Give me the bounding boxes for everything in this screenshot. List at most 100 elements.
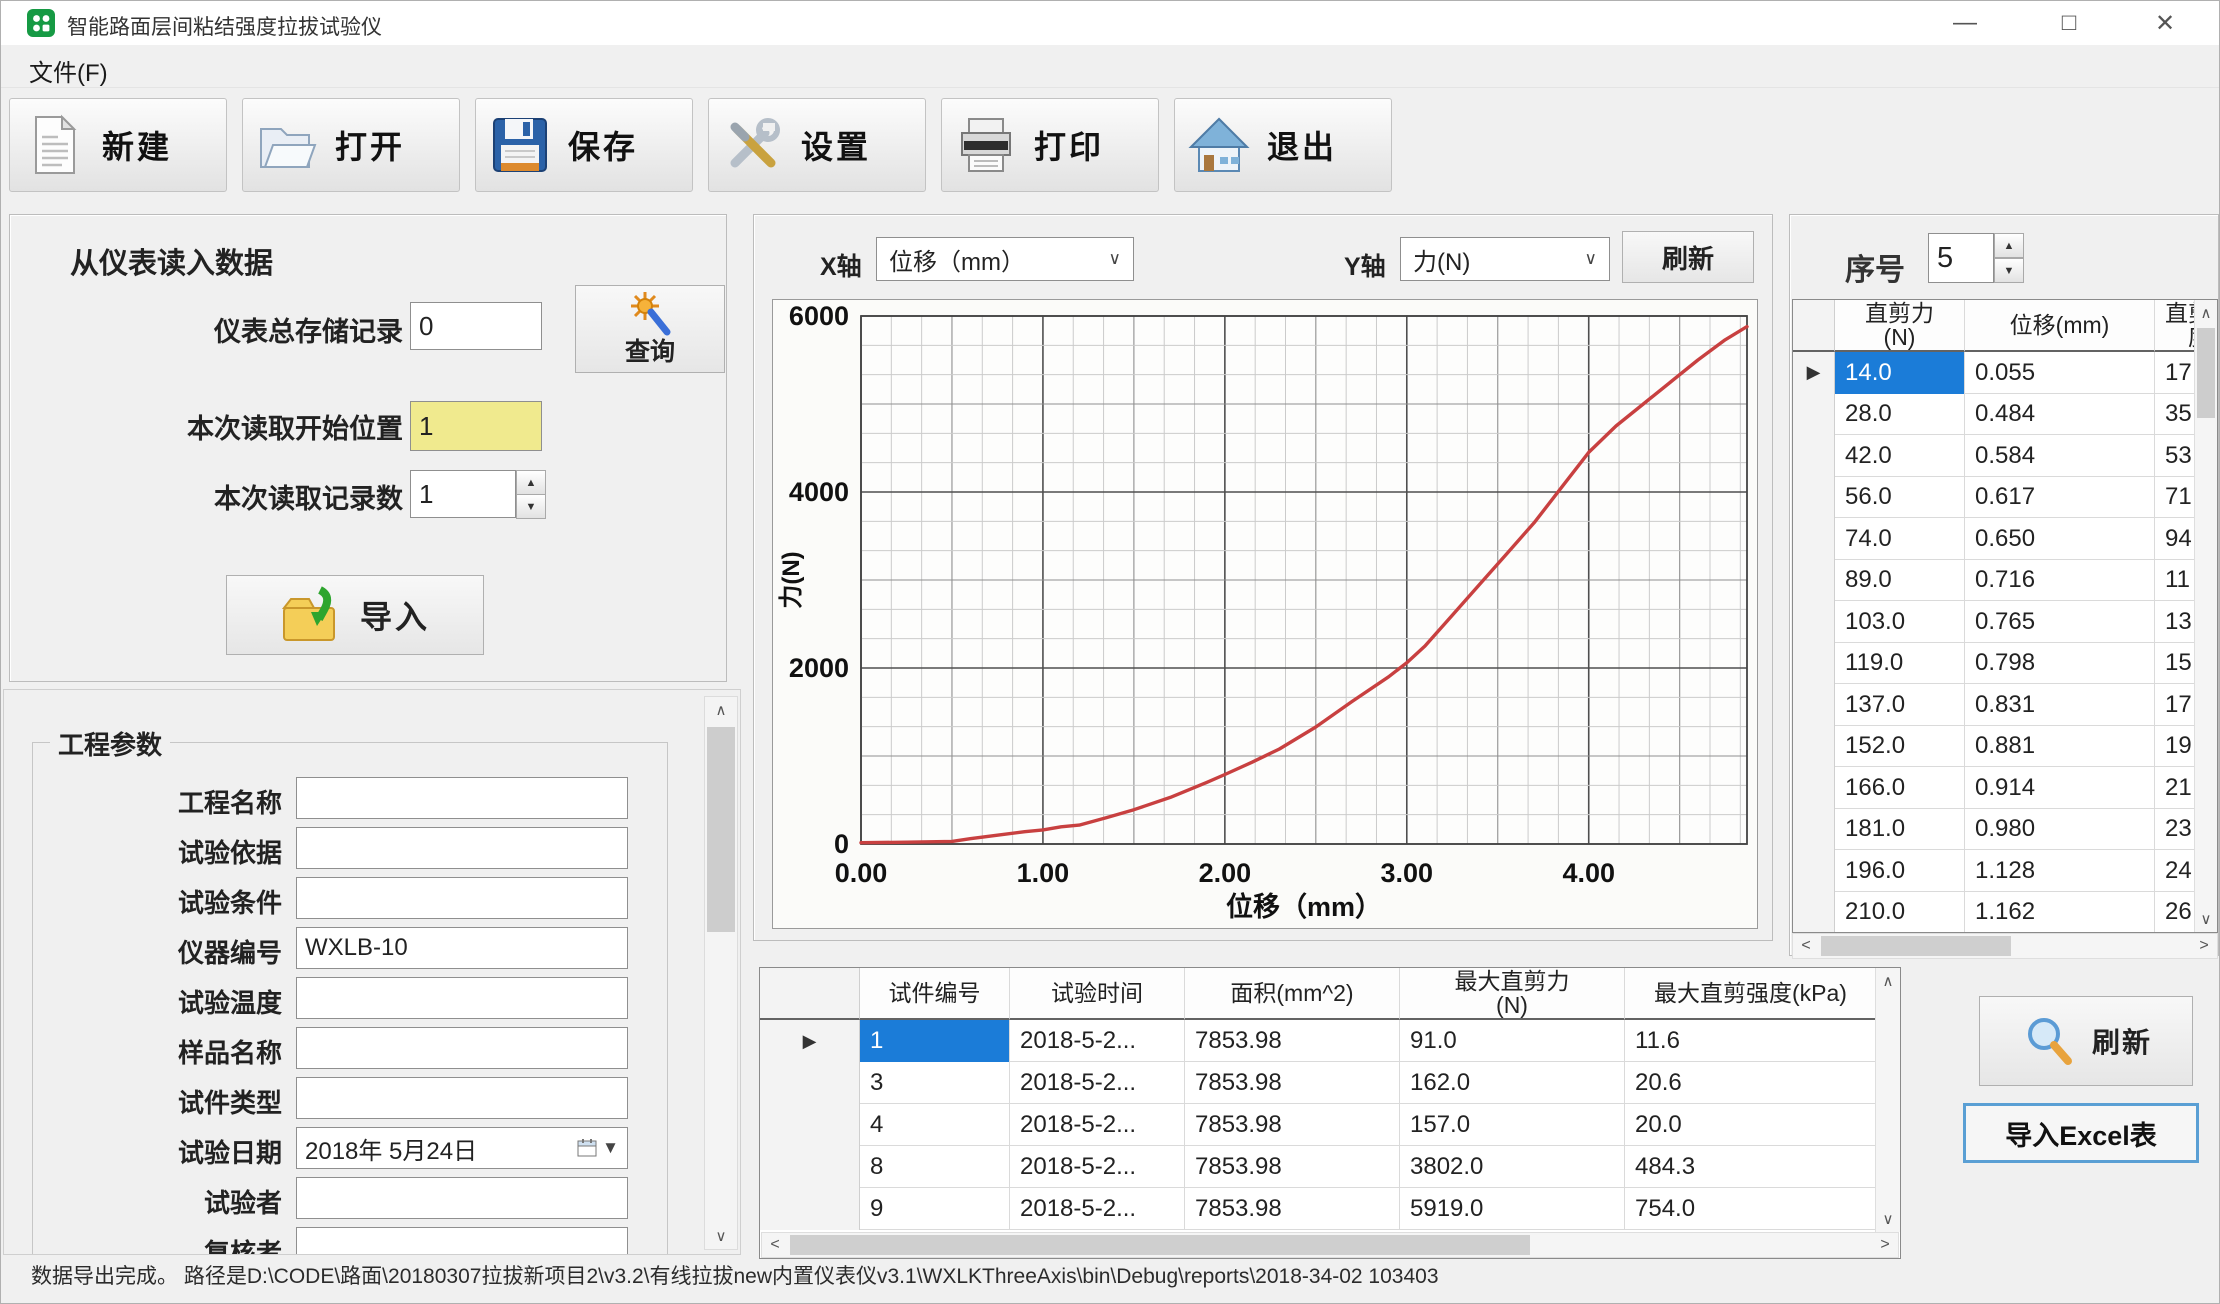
table-cell[interactable]: 1.162 — [1965, 892, 2155, 934]
row-marker-icon[interactable]: ▶ — [760, 1020, 860, 1062]
row-header-cell[interactable] — [1793, 601, 1835, 643]
column-header[interactable]: 面积(mm^2) — [1185, 968, 1400, 1020]
table-cell[interactable]: 20.0 — [1625, 1104, 1877, 1146]
table-cell[interactable]: 0.980 — [1965, 809, 2155, 851]
y-axis-select[interactable]: 力(N) ∨ — [1400, 237, 1610, 281]
table-cell[interactable]: 181.0 — [1835, 809, 1965, 851]
row-header-cell[interactable] — [760, 1188, 860, 1230]
row-header-cell[interactable] — [760, 1104, 860, 1146]
table-cell[interactable]: 89.0 — [1835, 560, 1965, 602]
table-cell[interactable]: 20.6 — [1625, 1062, 1877, 1104]
param-input-4[interactable] — [296, 977, 628, 1019]
table-cell[interactable]: 754.0 — [1625, 1188, 1877, 1230]
row-header-cell[interactable] — [1793, 684, 1835, 726]
shear-grid[interactable]: 直剪力 (N)位移(mm)直剪强度▶14.00.0551728.00.48435… — [1792, 299, 2218, 933]
table-row[interactable]: 42.00.58453 — [1793, 435, 2217, 477]
table-cell[interactable]: 162.0 — [1400, 1062, 1625, 1104]
table-row[interactable]: 89.00.71611 — [1793, 560, 2217, 602]
shear-grid-hscroll[interactable]: < > — [1792, 933, 2218, 959]
print-button[interactable]: 打印 — [941, 98, 1159, 192]
export-excel-button[interactable]: 导入Excel表 — [1963, 1103, 2199, 1163]
minimize-button[interactable]: — — [1917, 1, 2013, 45]
table-row[interactable]: 119.00.79815 — [1793, 643, 2217, 685]
scroll-left-icon[interactable]: < — [1793, 934, 1819, 958]
chart-refresh-button[interactable]: 刷新 — [1622, 231, 1754, 283]
table-cell[interactable]: 152.0 — [1835, 726, 1965, 768]
table-row[interactable]: 82018-5-2...7853.983802.0484.3 — [760, 1146, 1900, 1188]
row-header-cell[interactable] — [760, 1062, 860, 1104]
sequence-input[interactable]: 5 — [1928, 233, 1994, 283]
close-button[interactable]: ✕ — [2117, 1, 2213, 45]
menu-file[interactable]: 文件(F) — [21, 51, 116, 90]
row-header-cell[interactable] — [1793, 726, 1835, 768]
table-cell[interactable]: 3 — [860, 1062, 1010, 1104]
param-input-7[interactable]: 2018年 5月24日▼ — [296, 1127, 628, 1169]
row-header-cell[interactable] — [1793, 850, 1835, 892]
column-header[interactable]: 直剪力 (N) — [1835, 300, 1965, 352]
row-header-cell[interactable] — [1793, 767, 1835, 809]
x-axis-select[interactable]: 位移（mm） ∨ — [876, 237, 1134, 281]
table-row[interactable]: 92018-5-2...7853.985919.0754.0 — [760, 1188, 1900, 1230]
row-header-cell[interactable] — [1793, 560, 1835, 602]
row-header-cell[interactable] — [1793, 892, 1835, 934]
query-button[interactable]: 查询 — [575, 285, 725, 373]
table-row[interactable]: 28.00.48435 — [1793, 394, 2217, 436]
table-row[interactable]: 181.00.98023 — [1793, 809, 2217, 851]
scroll-up-icon[interactable]: ∧ — [2195, 300, 2217, 326]
table-cell[interactable]: 103.0 — [1835, 601, 1965, 643]
column-header[interactable]: 试验时间 — [1010, 968, 1185, 1020]
table-cell[interactable]: 0.650 — [1965, 518, 2155, 560]
table-cell[interactable]: 42.0 — [1835, 435, 1965, 477]
scroll-down-icon[interactable]: ∨ — [1876, 1206, 1900, 1232]
table-cell[interactable]: 7853.98 — [1185, 1104, 1400, 1146]
table-cell[interactable]: 7853.98 — [1185, 1020, 1400, 1062]
table-cell[interactable]: 0.881 — [1965, 726, 2155, 768]
open-button[interactable]: 打开 — [242, 98, 460, 192]
param-input-0[interactable] — [296, 777, 628, 819]
read-count-spin-down[interactable]: ▼ — [516, 494, 546, 519]
table-cell[interactable]: 91.0 — [1400, 1020, 1625, 1062]
table-row[interactable]: 42018-5-2...7853.98157.020.0 — [760, 1104, 1900, 1146]
table-cell[interactable]: 0.584 — [1965, 435, 2155, 477]
table-cell[interactable]: 1.128 — [1965, 850, 2155, 892]
results-grid[interactable]: 试件编号试验时间面积(mm^2)最大直剪力 (N)最大直剪强度(kPa)▶120… — [759, 967, 1901, 1259]
table-cell[interactable]: 1 — [860, 1020, 1010, 1062]
table-row[interactable]: 166.00.91421 — [1793, 767, 2217, 809]
table-cell[interactable]: 0.055 — [1965, 352, 2155, 394]
table-cell[interactable]: 9 — [860, 1188, 1010, 1230]
row-header-cell[interactable] — [1793, 435, 1835, 477]
param-input-5[interactable] — [296, 1027, 628, 1069]
table-cell[interactable]: 8 — [860, 1146, 1010, 1188]
table-row[interactable]: 32018-5-2...7853.98162.020.6 — [760, 1062, 1900, 1104]
settings-button[interactable]: 设置 — [708, 98, 926, 192]
param-input-8[interactable] — [296, 1177, 628, 1219]
scroll-down-icon[interactable]: ∨ — [705, 1223, 737, 1249]
row-header-cell[interactable] — [760, 1146, 860, 1188]
save-button[interactable]: 保存 — [475, 98, 693, 192]
table-cell[interactable]: 119.0 — [1835, 643, 1965, 685]
param-input-6[interactable] — [296, 1077, 628, 1119]
table-cell[interactable]: 5919.0 — [1400, 1188, 1625, 1230]
table-cell[interactable]: 157.0 — [1400, 1104, 1625, 1146]
table-cell[interactable]: 3802.0 — [1400, 1146, 1625, 1188]
project-scrollbar-thumb[interactable] — [707, 727, 735, 932]
param-input-9[interactable] — [296, 1227, 628, 1255]
table-row[interactable]: 210.01.16226 — [1793, 892, 2217, 934]
table-row[interactable]: 152.00.88119 — [1793, 726, 2217, 768]
row-marker-icon[interactable]: ▶ — [1793, 352, 1835, 394]
table-cell[interactable]: 2018-5-2... — [1010, 1188, 1185, 1230]
table-cell[interactable]: 0.831 — [1965, 684, 2155, 726]
table-row[interactable]: 56.00.61771 — [1793, 477, 2217, 519]
table-cell[interactable]: 484.3 — [1625, 1146, 1877, 1188]
table-cell[interactable]: 0.798 — [1965, 643, 2155, 685]
shear-vscroll-thumb[interactable] — [2197, 328, 2215, 418]
table-cell[interactable]: 0.617 — [1965, 477, 2155, 519]
table-cell[interactable]: 0.765 — [1965, 601, 2155, 643]
shear-grid-vscroll[interactable]: ∧ ∨ — [2194, 300, 2217, 932]
table-cell[interactable]: 166.0 — [1835, 767, 1965, 809]
table-cell[interactable]: 0.716 — [1965, 560, 2155, 602]
row-header-cell[interactable] — [1793, 394, 1835, 436]
table-cell[interactable]: 7853.98 — [1185, 1062, 1400, 1104]
scroll-right-icon[interactable]: > — [1872, 1233, 1898, 1257]
row-header-cell[interactable] — [1793, 643, 1835, 685]
